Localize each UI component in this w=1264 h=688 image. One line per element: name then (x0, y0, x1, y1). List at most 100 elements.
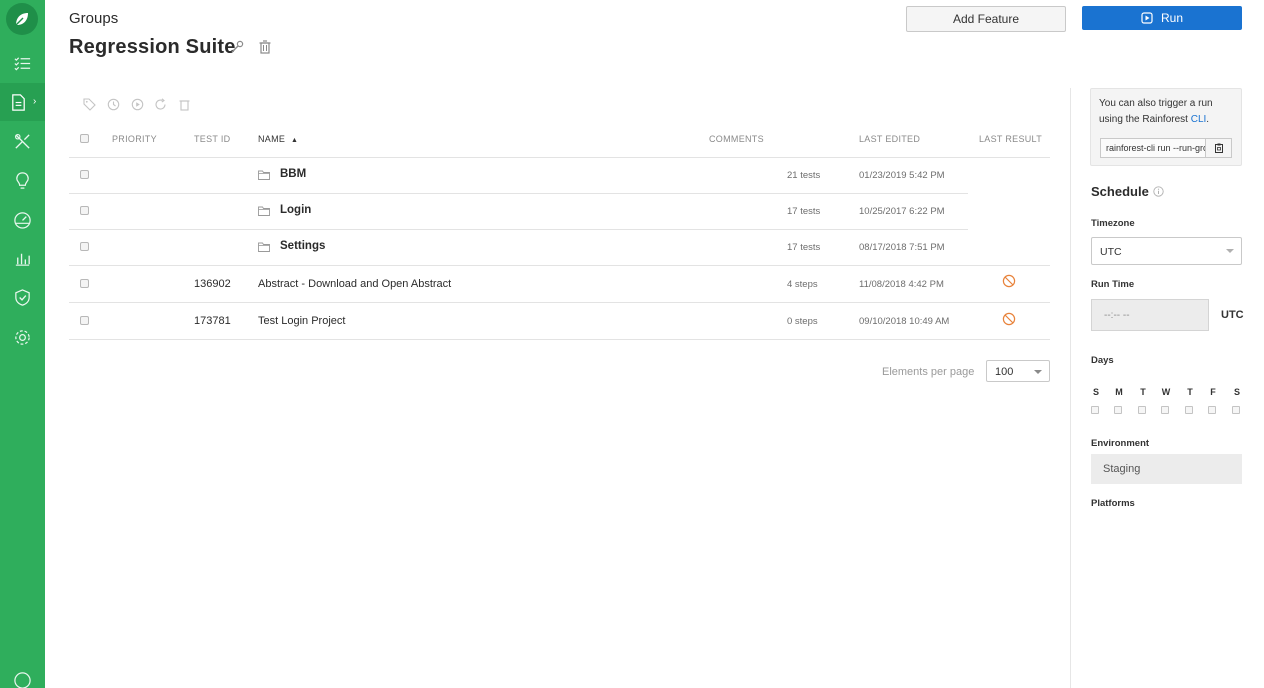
sidebar-item-groups[interactable]: › (0, 83, 45, 121)
timezone-label: Timezone (1091, 218, 1135, 229)
leaf-logo-icon[interactable] (6, 3, 38, 35)
column-header-priority[interactable]: PRIORITY (112, 134, 157, 144)
day-label-wednesday: W (1161, 387, 1171, 397)
run-button[interactable]: Run (1082, 6, 1242, 30)
breadcrumb[interactable]: Groups (69, 10, 118, 27)
row-divider (69, 193, 968, 194)
cli-info-text-suffix: . (1206, 114, 1210, 125)
timezone-value: UTC (1100, 246, 1122, 258)
chevron-down-icon (1226, 249, 1234, 253)
sidebar-item-ideas[interactable] (0, 161, 45, 199)
last-edited: 11/08/2018 4:42 PM (859, 279, 944, 290)
column-header-name-label: NAME (258, 134, 286, 144)
day-checkbox-saturday[interactable] (1232, 406, 1240, 414)
bar-chart-icon (15, 253, 30, 266)
folder-name[interactable]: Settings (280, 240, 325, 252)
day-checkbox-wednesday[interactable] (1161, 406, 1169, 414)
days-label: Days (1091, 355, 1114, 366)
copy-button[interactable] (1205, 138, 1232, 158)
info-icon[interactable] (1153, 186, 1164, 197)
folder-test-count: 21 tests (787, 170, 821, 181)
row-checkbox[interactable] (80, 316, 89, 325)
folder-icon (258, 242, 270, 252)
sidebar-item-tools[interactable] (0, 122, 45, 160)
column-header-last-result[interactable]: LAST RESULT (979, 134, 1042, 144)
platforms-label: Platforms (1091, 498, 1135, 509)
elements-per-page-label: Elements per page (882, 366, 975, 378)
lightbulb-icon (16, 171, 29, 189)
document-icon (12, 93, 25, 111)
column-header-comments[interactable]: COMMENTS (709, 134, 764, 144)
day-label-sunday: S (1092, 387, 1099, 397)
test-name[interactable]: Abstract - Download and Open Abstract (258, 278, 451, 290)
test-step-count: 0 steps (787, 316, 818, 327)
day-label-friday: F (1210, 387, 1216, 397)
wrench-icon[interactable] (230, 40, 244, 54)
cli-link[interactable]: CLI (1191, 114, 1207, 125)
folder-test-count: 17 tests (787, 242, 821, 253)
day-checkbox-friday[interactable] (1208, 406, 1216, 414)
day-label-thursday: T (1187, 387, 1193, 397)
sidebar-item-analytics[interactable] (0, 239, 45, 277)
row-checkbox[interactable] (80, 279, 89, 288)
folder-test-count: 17 tests (787, 206, 821, 217)
cli-command-field[interactable]: rainforest-cli run --run-group (1100, 138, 1206, 158)
row-checkbox[interactable] (80, 206, 89, 215)
sidebar-item-security[interactable] (0, 278, 45, 316)
header-divider (69, 157, 1050, 158)
row-checkbox[interactable] (80, 242, 89, 251)
test-id: 136902 (194, 278, 231, 290)
no-result-icon (1002, 312, 1016, 326)
sidebar: › (0, 0, 45, 688)
dashboard-icon (14, 211, 31, 229)
day-checkbox-monday[interactable] (1114, 406, 1122, 414)
test-step-count: 4 steps (787, 279, 818, 290)
day-checkbox-sunday[interactable] (1091, 406, 1099, 414)
no-result-icon (1002, 274, 1016, 288)
shield-check-icon (15, 288, 30, 306)
tag-icon[interactable] (83, 98, 96, 111)
chevron-right-icon: › (33, 96, 37, 107)
folder-name[interactable]: BBM (280, 168, 306, 180)
day-checkbox-tuesday[interactable] (1138, 406, 1146, 414)
sidebar-item-dashboard[interactable] (0, 200, 45, 238)
clock-icon[interactable] (107, 98, 120, 111)
row-divider (69, 302, 1050, 303)
row-checkbox[interactable] (80, 170, 89, 179)
column-header-test-id[interactable]: TEST ID (194, 134, 230, 144)
folder-name[interactable]: Login (280, 204, 311, 216)
sidebar-item-help[interactable] (0, 671, 45, 688)
column-header-last-edited[interactable]: LAST EDITED (859, 134, 920, 144)
last-edited: 09/10/2018 10:49 AM (859, 316, 950, 327)
sidebar-item-tests[interactable] (0, 44, 45, 82)
trash-icon[interactable] (258, 40, 272, 54)
row-divider (69, 339, 1050, 340)
day-label-saturday: S (1233, 387, 1240, 397)
trash-toolbar-icon[interactable] (178, 98, 191, 111)
day-label-tuesday: T (1140, 387, 1146, 397)
run-time-label: Run Time (1091, 279, 1135, 290)
column-header-name[interactable]: NAME ▲ (258, 134, 298, 144)
refresh-icon[interactable] (154, 98, 167, 111)
help-icon (14, 671, 31, 688)
cli-info-text: You can also trigger a run using the Rai… (1099, 96, 1239, 128)
run-time-input[interactable]: --:-- -- (1091, 299, 1209, 331)
play-circle-icon[interactable] (131, 98, 144, 111)
last-edited: 01/23/2019 5:42 PM (859, 170, 945, 181)
environment-select[interactable]: Staging (1091, 454, 1242, 484)
row-divider (69, 265, 1050, 266)
elements-per-page-value: 100 (995, 366, 1014, 378)
day-checkbox-thursday[interactable] (1185, 406, 1193, 414)
timezone-select[interactable]: UTC (1091, 237, 1242, 265)
sidebar-item-settings[interactable] (0, 318, 45, 356)
folder-icon (258, 170, 270, 180)
checklist-icon (14, 56, 31, 71)
clipboard-icon (1214, 143, 1223, 153)
add-feature-button[interactable]: Add Feature (906, 6, 1066, 32)
schedule-title: Schedule (1091, 184, 1149, 199)
run-time-unit: UTC (1221, 309, 1244, 321)
test-name[interactable]: Test Login Project (258, 315, 345, 327)
select-all-checkbox[interactable] (80, 134, 89, 143)
sort-ascending-icon: ▲ (291, 137, 299, 144)
last-edited: 10/25/2017 6:22 PM (859, 206, 945, 217)
